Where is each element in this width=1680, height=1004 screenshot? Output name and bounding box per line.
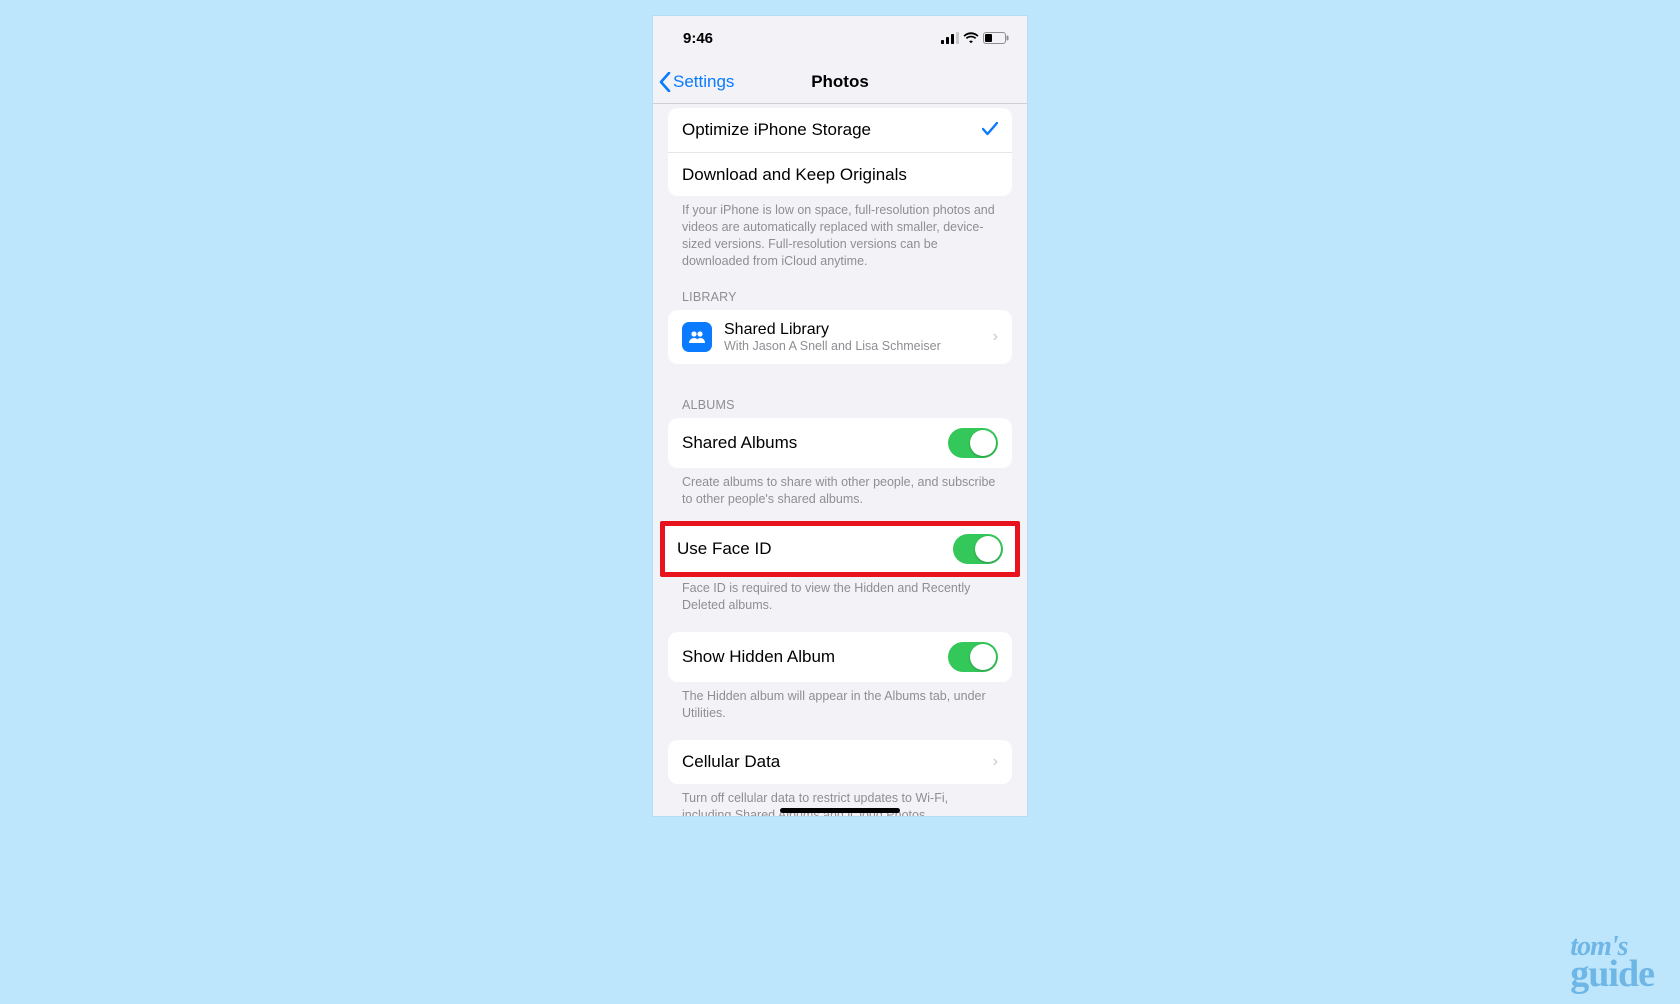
show-hidden-toggle[interactable] bbox=[948, 642, 998, 672]
shared-albums-toggle[interactable] bbox=[948, 428, 998, 458]
albums-header: ALBUMS bbox=[668, 364, 1012, 418]
use-faceid-label: Use Face ID bbox=[677, 539, 953, 559]
show-hidden-row[interactable]: Show Hidden Album bbox=[668, 632, 1012, 682]
cellular-data-row[interactable]: Cellular Data › bbox=[668, 740, 1012, 784]
chevron-right-icon: › bbox=[993, 328, 998, 346]
nav-bar: Settings Photos bbox=[653, 60, 1027, 104]
status-bar: 9:46 bbox=[653, 16, 1027, 60]
use-faceid-row[interactable]: Use Face ID bbox=[665, 526, 1015, 572]
phone-frame: 9:46 Settings Photos bbox=[653, 16, 1027, 816]
chevron-left-icon bbox=[659, 72, 671, 92]
battery-icon bbox=[983, 32, 1009, 44]
cellular-data-label: Cellular Data bbox=[682, 752, 993, 772]
shared-library-icon bbox=[682, 322, 712, 352]
check-icon bbox=[982, 120, 998, 141]
home-indicator[interactable] bbox=[780, 808, 900, 813]
download-originals-row[interactable]: Download and Keep Originals bbox=[668, 152, 1012, 196]
watermark-bottom: guide bbox=[1570, 959, 1654, 990]
use-faceid-toggle[interactable] bbox=[953, 534, 1003, 564]
hidden-album-group: Show Hidden Album bbox=[668, 632, 1012, 682]
hidden-footer: The Hidden album will appear in the Albu… bbox=[668, 682, 1012, 722]
back-label: Settings bbox=[673, 72, 734, 92]
status-time: 9:46 bbox=[683, 30, 713, 47]
shared-albums-label: Shared Albums bbox=[682, 433, 948, 453]
watermark: tom's guide bbox=[1570, 936, 1654, 990]
download-originals-label: Download and Keep Originals bbox=[682, 165, 998, 185]
back-button[interactable]: Settings bbox=[653, 72, 734, 92]
shared-albums-group: Shared Albums bbox=[668, 418, 1012, 468]
optimize-storage-label: Optimize iPhone Storage bbox=[682, 120, 982, 140]
wifi-icon bbox=[963, 32, 979, 44]
shared-albums-row[interactable]: Shared Albums bbox=[668, 418, 1012, 468]
signal-icon bbox=[941, 32, 959, 44]
status-icons bbox=[941, 32, 1009, 44]
shared-library-row[interactable]: Shared Library With Jason A Snell and Li… bbox=[668, 310, 1012, 364]
chevron-right-icon: › bbox=[993, 753, 998, 771]
library-header: LIBRARY bbox=[668, 270, 1012, 310]
highlighted-faceid-group: Use Face ID bbox=[660, 521, 1020, 577]
shared-albums-footer: Create albums to share with other people… bbox=[668, 468, 1012, 508]
cellular-group: Cellular Data › bbox=[668, 740, 1012, 784]
storage-group: Optimize iPhone Storage Download and Kee… bbox=[668, 108, 1012, 196]
show-hidden-label: Show Hidden Album bbox=[682, 647, 948, 667]
shared-library-subtitle: With Jason A Snell and Lisa Schmeiser bbox=[724, 339, 993, 354]
page-title: Photos bbox=[811, 72, 869, 92]
storage-footer: If your iPhone is low on space, full-res… bbox=[668, 196, 1012, 270]
settings-content: Optimize iPhone Storage Download and Kee… bbox=[653, 104, 1027, 816]
shared-library-title: Shared Library bbox=[724, 320, 993, 339]
optimize-storage-row[interactable]: Optimize iPhone Storage bbox=[668, 108, 1012, 152]
library-group: Shared Library With Jason A Snell and Li… bbox=[668, 310, 1012, 364]
faceid-footer: Face ID is required to view the Hidden a… bbox=[668, 577, 1012, 614]
